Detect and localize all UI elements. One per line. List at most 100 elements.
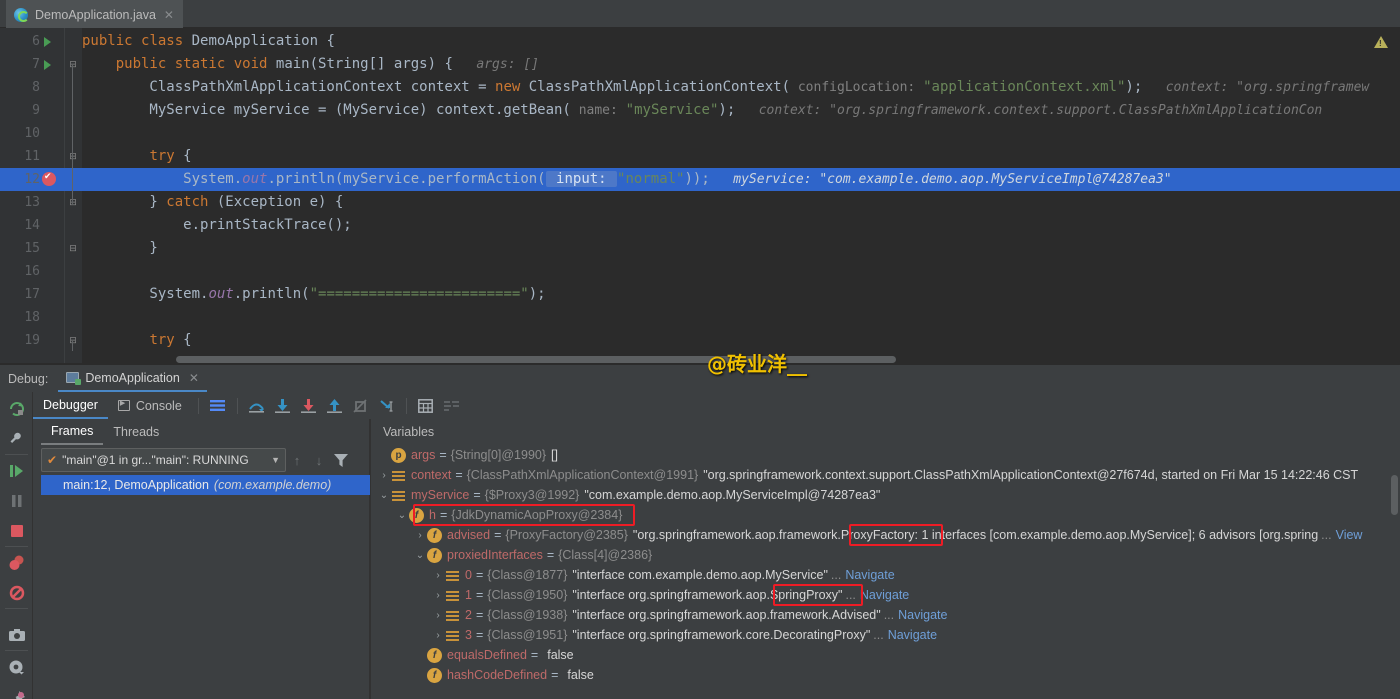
- mute-breakpoints-icon[interactable]: [205, 395, 231, 417]
- variable-row[interactable]: ⌄ f h = {JdkDynamicAopProxy@2384}: [371, 505, 1400, 525]
- variable-type: {ProxyFactory@2385}: [505, 528, 628, 542]
- line-number: 19: [24, 333, 40, 348]
- ellipsis: ...: [1321, 528, 1332, 542]
- frame-up-button[interactable]: ↑: [286, 453, 308, 468]
- screenshot-icon[interactable]: [8, 626, 26, 644]
- tab-threads[interactable]: Threads: [103, 419, 169, 445]
- code-line: MyService myService = (MyService) contex…: [82, 99, 1400, 122]
- fold-toggle-icon[interactable]: ⊟: [68, 197, 78, 207]
- variable-row[interactable]: ⌄ myService = {$Proxy3@1992} "com.example.de…: [371, 485, 1400, 505]
- variable-row[interactable]: › context = {ClassPathXmlApplicationContext…: [371, 465, 1400, 485]
- step-out-icon[interactable]: [322, 395, 348, 417]
- code-editor[interactable]: 6 public class DemoApplication {7 ⊟ public…: [0, 28, 1400, 365]
- variable-row[interactable]: › 2 = {Class@1938} "interface org.springfram…: [371, 605, 1400, 625]
- tab-console[interactable]: Console: [108, 392, 192, 419]
- breakpoint-icon[interactable]: [42, 171, 56, 186]
- code-token: }: [82, 240, 158, 256]
- variable-row[interactable]: › 0 = {Class@1877} "interface com.example.de…: [371, 565, 1400, 585]
- chevron-right-icon[interactable]: ›: [431, 590, 445, 601]
- tab-debugger[interactable]: Debugger: [33, 392, 108, 419]
- view-breakpoints-icon[interactable]: [8, 554, 26, 572]
- close-icon[interactable]: ✕: [189, 371, 199, 385]
- navigate-link[interactable]: Navigate: [845, 568, 894, 582]
- run-gutter-icon[interactable]: [44, 60, 51, 70]
- frame-down-button[interactable]: ↓: [308, 453, 330, 468]
- variable-name: context: [411, 468, 452, 482]
- code-token: );: [528, 286, 546, 302]
- variables-scrollbar[interactable]: [1388, 445, 1400, 699]
- stack-frame-row[interactable]: main:12, DemoApplication (com.example.de…: [41, 475, 371, 495]
- chevron-right-icon[interactable]: ›: [377, 470, 391, 481]
- variables-tree[interactable]: p args = {String[0]@1990}[] › context = {ClassP…: [371, 445, 1400, 699]
- variable-name: 2: [465, 608, 472, 622]
- edit-configuration-icon[interactable]: [8, 430, 26, 448]
- stop-icon[interactable]: [8, 522, 26, 540]
- variable-row[interactable]: f hashCodeDefined = false: [371, 665, 1400, 685]
- filter-icon[interactable]: [334, 453, 348, 467]
- step-into-icon[interactable]: [270, 395, 296, 417]
- debug-session-tab[interactable]: DemoApplication ✕: [58, 365, 207, 392]
- code-token: );: [1125, 79, 1143, 95]
- variable-value: false: [567, 668, 594, 682]
- close-icon[interactable]: ✕: [164, 9, 174, 21]
- variable-row[interactable]: f equalsDefined = false: [371, 645, 1400, 665]
- code-line: } catch (Exception e) {: [82, 191, 1400, 214]
- code-line: try {: [82, 145, 1400, 168]
- run-gutter-icon[interactable]: [44, 37, 51, 47]
- mute-breakpoints-icon[interactable]: [8, 584, 26, 602]
- fold-guide: [72, 341, 73, 351]
- pause-program-icon[interactable]: [8, 492, 26, 510]
- resume-program-icon[interactable]: [8, 462, 26, 480]
- fold-toggle-icon[interactable]: ⊟: [68, 59, 78, 69]
- variable-row[interactable]: p args = {String[0]@1990} []: [371, 445, 1400, 465]
- thread-selector[interactable]: ✔ "main"@1 in gr..."main": RUNNING ▼: [41, 448, 286, 472]
- layout-icon[interactable]: [439, 395, 465, 417]
- navigate-link[interactable]: Navigate: [888, 628, 937, 642]
- line-number: 17: [24, 287, 40, 302]
- chevron-right-icon[interactable]: ›: [413, 530, 427, 541]
- chevron-right-icon[interactable]: ›: [431, 610, 445, 621]
- chevron-down-icon[interactable]: ⌄: [413, 550, 427, 561]
- line-number: 18: [24, 310, 40, 325]
- run-to-cursor-icon[interactable]: [374, 395, 400, 417]
- editor-tab-demoapplication[interactable]: DemoApplication.java ✕: [6, 0, 183, 28]
- code-token: name:: [570, 103, 626, 118]
- line-number: 11: [24, 149, 40, 164]
- evaluate-expression-icon[interactable]: [413, 395, 439, 417]
- rerun-icon[interactable]: [8, 400, 26, 418]
- code-token: {: [174, 148, 192, 164]
- settings-icon[interactable]: [8, 659, 26, 677]
- fold-toggle-icon[interactable]: ⊟: [68, 151, 78, 161]
- fold-toggle-icon[interactable]: ⊟: [68, 243, 78, 253]
- variable-row[interactable]: › f advised = {ProxyFactory@2385} "org.spring…: [371, 525, 1400, 545]
- java-class-icon: [14, 8, 29, 22]
- variables-scrollbar-thumb[interactable]: [1391, 475, 1398, 515]
- navigate-link[interactable]: View: [1336, 528, 1363, 542]
- variable-row[interactable]: › 1 = {Class@1950} "interface org.springfram…: [371, 585, 1400, 605]
- variable-row[interactable]: › 3 = {Class@1951} "interface org.springfram…: [371, 625, 1400, 645]
- chevron-down-icon[interactable]: ⌄: [395, 510, 409, 521]
- chevron-right-icon[interactable]: ›: [431, 570, 445, 581]
- chevron-right-icon[interactable]: ›: [431, 630, 445, 641]
- ide-window: DemoApplication.java ✕ 6 public class Dem…: [0, 0, 1400, 699]
- navigate-link[interactable]: Navigate: [860, 588, 909, 602]
- fold-toggle-icon[interactable]: ⊟: [68, 335, 78, 345]
- code-line: ClassPathXmlApplicationContext context =…: [82, 76, 1400, 99]
- parameter-icon: p: [391, 447, 406, 463]
- equals-sign: =: [475, 568, 484, 582]
- warning-triangle-icon[interactable]: [1374, 36, 1388, 48]
- chevron-down-icon[interactable]: ▼: [271, 455, 280, 465]
- navigate-link[interactable]: Navigate: [898, 608, 947, 622]
- chevron-down-icon[interactable]: ⌄: [377, 490, 391, 501]
- step-over-icon[interactable]: [244, 395, 270, 417]
- variable-type: {Class@1951}: [487, 628, 568, 642]
- drop-frame-icon[interactable]: [348, 395, 374, 417]
- pin-icon[interactable]: [8, 690, 26, 699]
- force-step-into-icon[interactable]: [296, 395, 322, 417]
- equals-sign: =: [530, 648, 539, 662]
- tab-frames[interactable]: Frames: [41, 419, 104, 445]
- object-icon: [445, 628, 460, 643]
- variable-row[interactable]: ⌄ f proxiedInterfaces = {Class[4]@2386}: [371, 545, 1400, 565]
